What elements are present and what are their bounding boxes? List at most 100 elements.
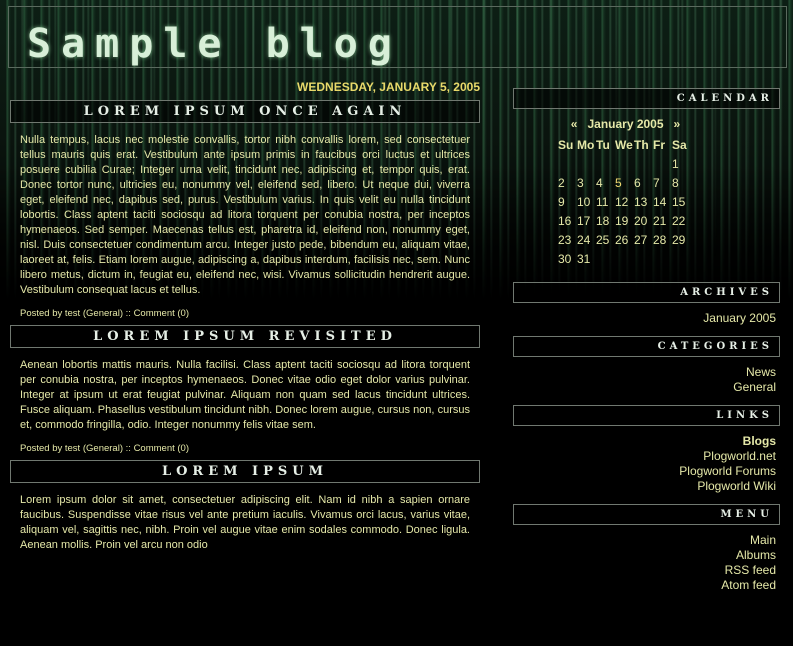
calendar-day: 3 <box>577 175 584 190</box>
calendar-day: 18 <box>596 213 610 228</box>
calendar-day: 2 <box>558 175 565 190</box>
calendar-next-link[interactable]: » <box>674 117 681 131</box>
links-group-heading: Blogs <box>742 434 776 448</box>
calendar-day: 15 <box>672 194 686 209</box>
post-meta-author: Posted by test ( <box>20 443 87 454</box>
archives-title: ARCHIVES <box>513 282 780 303</box>
calendar-weekday: We <box>615 137 633 152</box>
calendar-day <box>672 249 691 268</box>
calendar-day: 7 <box>653 175 660 190</box>
calendar: « January 2005 » Su Mo Tu We Th Fr Sa 12345678… <box>558 117 780 268</box>
post-meta-separator: ) :: <box>119 443 134 454</box>
calendar-day: 9 <box>558 194 565 209</box>
menu-item-albums[interactable]: Albums <box>513 548 776 563</box>
calendar-day: 26 <box>615 232 629 247</box>
link-plogworld-wiki[interactable]: Plogworld Wiki <box>513 479 776 494</box>
calendar-week: 16 17 18 19 20 21 22 <box>558 211 691 230</box>
calendar-weekday: Th <box>634 137 649 152</box>
menu-item-rss[interactable]: RSS feed <box>513 563 776 578</box>
calendar-section: CALENDAR « January 2005 » Su Mo Tu We Th Fr Sa… <box>513 88 780 268</box>
calendar-day: 25 <box>596 232 610 247</box>
calendar-day <box>615 249 634 268</box>
menu-title: MENU <box>513 504 780 525</box>
calendar-title: CALENDAR <box>513 88 780 109</box>
calendar-day <box>615 154 634 173</box>
categories-list: News General <box>513 357 780 405</box>
calendar-day: 20 <box>634 213 648 228</box>
post: LOREM IPSUM Lorem ipsum dolor sit amet, … <box>10 460 480 553</box>
calendar-weekday: Mo <box>577 137 595 152</box>
post-category-link[interactable]: General <box>86 443 120 454</box>
calendar-month: January 2005 <box>587 117 664 131</box>
menu-item-main[interactable]: Main <box>513 533 776 548</box>
post-body: Nulla tempus, lacus nec molestie convall… <box>20 134 470 296</box>
calendar-day: 10 <box>577 194 591 209</box>
archives-section: ARCHIVES January 2005 <box>513 282 780 336</box>
calendar-day: 11 <box>596 194 609 209</box>
sidebar: CALENDAR « January 2005 » Su Mo Tu We Th Fr Sa… <box>513 88 780 603</box>
links-section: LINKS Blogs Plogworld.net Plogworld Foru… <box>513 405 780 504</box>
calendar-day: 28 <box>653 232 667 247</box>
post-title[interactable]: LOREM IPSUM ONCE AGAIN <box>10 100 480 123</box>
calendar-week: 2345678 <box>558 173 691 192</box>
post: LOREM IPSUM ONCE AGAIN Nulla tempus, lac… <box>10 100 480 325</box>
calendar-day: 14 <box>653 194 667 209</box>
post-body: Lorem ipsum dolor sit amet, consectetuer… <box>20 494 470 551</box>
calendar-day: 8 <box>672 175 679 190</box>
calendar-day: 17 <box>577 213 591 228</box>
site-title[interactable]: Sample blog <box>27 21 402 67</box>
calendar-day: 1 <box>672 156 679 171</box>
calendar-day[interactable]: 5 <box>615 173 634 192</box>
calendar-header: « January 2005 » <box>558 117 693 131</box>
post-body: Aenean lobortis mattis mauris. Nulla fac… <box>20 359 470 431</box>
calendar-days: 1 2 3 4 5 6 7 8 9 10 11 12 13 14 15 16 17 18 19 20 21 22 23 24 2… <box>558 154 691 268</box>
post-meta: Posted by test (General) :: Comment (0) <box>10 433 480 460</box>
post-meta-author: Posted by test ( <box>20 308 87 319</box>
calendar-day: 13 <box>634 194 648 209</box>
calendar-weekday: Su <box>558 137 574 152</box>
post: LOREM IPSUM REVISITED Aenean lobortis ma… <box>10 325 480 460</box>
calendar-day <box>558 154 577 173</box>
site-header: Sample blog <box>8 6 787 68</box>
menu-section: MENU Main Albums RSS feed Atom feed <box>513 504 780 603</box>
link-plogworld-forums[interactable]: Plogworld Forums <box>513 464 776 479</box>
archive-link[interactable]: January 2005 <box>513 311 776 326</box>
post-title[interactable]: LOREM IPSUM REVISITED <box>10 325 480 348</box>
post-category-link[interactable]: General <box>86 308 120 319</box>
calendar-day <box>577 154 596 173</box>
calendar-day <box>596 249 615 268</box>
calendar-day <box>634 249 653 268</box>
links-list: Blogs Plogworld.net Plogworld Forums Plo… <box>513 426 780 504</box>
calendar-day: 12 <box>615 194 629 209</box>
calendar-day: 16 <box>558 213 572 228</box>
calendar-week: 30 31 <box>558 249 691 268</box>
post-comment-link[interactable]: Comment (0) <box>134 308 189 319</box>
post-title[interactable]: LOREM IPSUM <box>10 460 480 483</box>
calendar-day: 31 <box>577 251 591 266</box>
calendar-day: 4 <box>596 175 603 190</box>
post-comment-link[interactable]: Comment (0) <box>134 443 189 454</box>
calendar-day: 27 <box>634 232 648 247</box>
calendar-prev-link[interactable]: « <box>571 117 578 131</box>
menu-item-atom[interactable]: Atom feed <box>513 578 776 593</box>
calendar-day: 29 <box>672 232 686 247</box>
calendar-day: 6 <box>634 175 641 190</box>
categories-section: CATEGORIES News General <box>513 336 780 405</box>
calendar-day: 23 <box>558 232 572 247</box>
calendar-day <box>653 154 672 173</box>
calendar-day <box>634 154 653 173</box>
calendar-weekday: Sa <box>672 137 687 152</box>
link-plogworld[interactable]: Plogworld.net <box>513 449 776 464</box>
calendar-day: 22 <box>672 213 686 228</box>
calendar-grid: Su Mo Tu We Th Fr Sa 1 2 3 4 5 6 7 8 9 10 11 12 13 14 15 16 17… <box>558 135 691 268</box>
archives-list: January 2005 <box>513 303 780 336</box>
category-link-general[interactable]: General <box>513 380 776 395</box>
calendar-day <box>596 154 615 173</box>
category-link-news[interactable]: News <box>513 365 776 380</box>
calendar-week: 1 <box>558 154 691 173</box>
menu-list: Main Albums RSS feed Atom feed <box>513 525 780 603</box>
calendar-weekday: Tu <box>596 137 610 152</box>
calendar-day: 30 <box>558 251 572 266</box>
calendar-week: 23 24 25 26 27 28 29 <box>558 230 691 249</box>
calendar-day: 21 <box>653 213 667 228</box>
